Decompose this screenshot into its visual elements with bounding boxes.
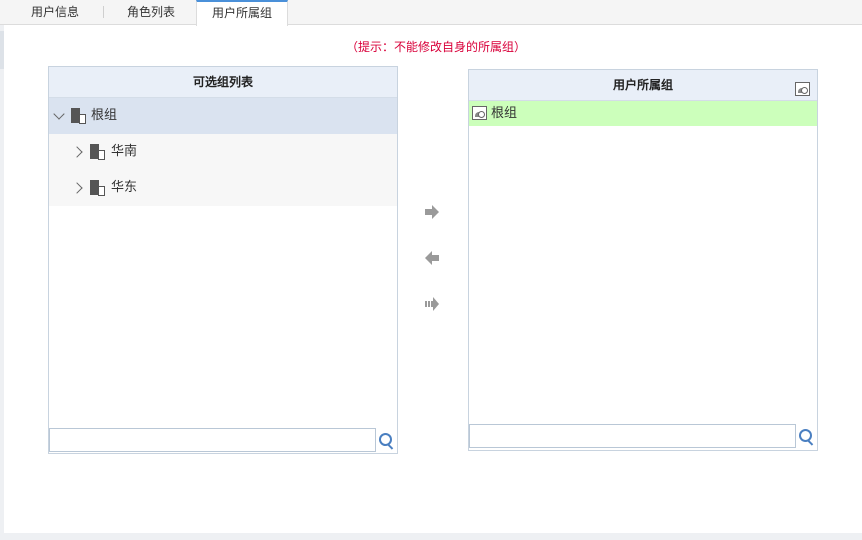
group-icon — [90, 144, 105, 160]
assigned-group-label: 根组 — [491, 106, 518, 121]
arrow-right-icon[interactable] — [424, 205, 440, 219]
tree-item-root[interactable]: 根组 — [49, 98, 397, 134]
tree-item-label: 根组 — [91, 108, 118, 123]
tree-item-label: 华南 — [111, 144, 138, 159]
tab-role-list[interactable]: 角色列表 — [108, 0, 194, 24]
user-groups-panel: 用户所属组 根组 — [468, 69, 818, 451]
left-edge — [0, 25, 4, 540]
arrow-left-icon[interactable] — [424, 251, 440, 265]
user-groups-title: 用户所属组 — [469, 70, 817, 101]
assigned-group-row[interactable]: 根组 — [469, 101, 817, 126]
tree-item-east[interactable]: 华东 — [49, 170, 397, 206]
user-groups-search-input[interactable] — [469, 424, 796, 448]
image-icon[interactable] — [795, 82, 810, 96]
chevron-right-icon[interactable] — [71, 146, 83, 158]
group-icon — [71, 108, 86, 124]
tab-user-groups[interactable]: 用户所属组 — [196, 0, 288, 26]
tab-user-info[interactable]: 用户信息 — [12, 0, 98, 24]
chevron-down-icon[interactable] — [53, 108, 65, 120]
tab-separator — [103, 6, 104, 18]
hint-text: （提示：不能修改自身的所属组） — [345, 40, 526, 54]
double-arrow-right-icon[interactable] — [424, 297, 440, 311]
chevron-right-icon[interactable] — [71, 182, 83, 194]
tree-item-label: 华东 — [111, 180, 138, 195]
available-groups-title: 可选组列表 — [49, 67, 397, 98]
search-icon[interactable] — [379, 433, 395, 450]
available-groups-panel: 可选组列表 根组 华南 华东 — [48, 66, 398, 454]
search-icon[interactable] — [799, 429, 815, 446]
image-icon — [472, 106, 487, 120]
tree-item-south[interactable]: 华南 — [49, 134, 397, 170]
tab-bar: 用户信息 角色列表 用户所属组 — [0, 0, 862, 26]
group-icon — [90, 180, 105, 196]
available-groups-search-input[interactable] — [49, 428, 376, 452]
bottom-edge — [0, 533, 862, 540]
